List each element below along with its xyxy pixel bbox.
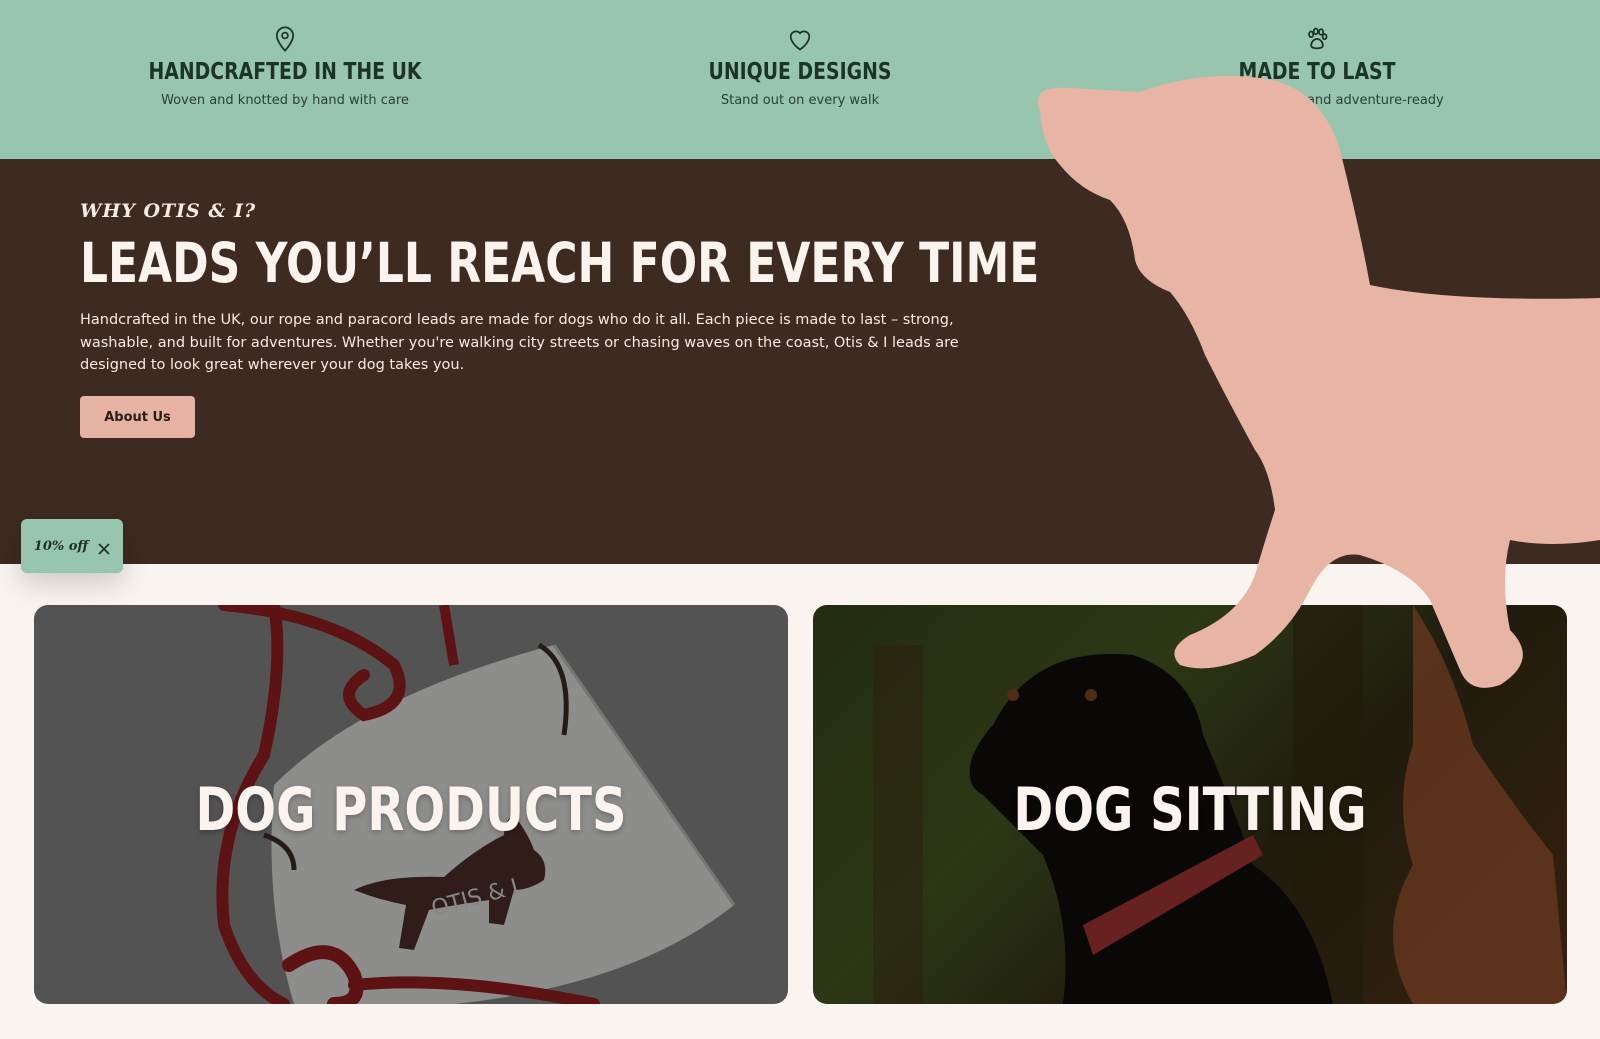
features-strip: HANDCRAFTED IN THE UK Woven and knotted … <box>0 0 1600 159</box>
feature-subtitle: Strong, washable and adventure-ready <box>1190 93 1444 108</box>
feature-title: HANDCRAFTED IN THE UK <box>148 59 422 85</box>
card-dog-sitting[interactable]: DOG SITTING <box>813 605 1567 1004</box>
feature-title: UNIQUE DESIGNS <box>708 59 892 85</box>
feature-subtitle: Woven and knotted by hand with care <box>161 93 409 108</box>
close-icon[interactable] <box>98 540 110 555</box>
discount-tab[interactable]: 10% off <box>21 519 123 573</box>
feature-title: MADE TO LAST <box>1238 59 1396 85</box>
hero-section: WHY OTIS & I? LEADS YOU’LL REACH FOR EVE… <box>0 159 1600 564</box>
hero-eyebrow: WHY OTIS & I? <box>80 200 257 222</box>
card-title: DOG PRODUCTS <box>195 775 627 845</box>
feature-unique-designs: UNIQUE DESIGNS Stand out on every walk <box>590 25 1010 108</box>
feature-made-to-last: MADE TO LAST Strong, washable and advent… <box>1107 25 1527 108</box>
feature-subtitle: Stand out on every walk <box>720 93 880 108</box>
hero-title: LEADS YOU’LL REACH FOR EVERY TIME <box>80 231 1040 295</box>
about-us-button[interactable]: About Us <box>80 396 195 438</box>
feature-handcrafted: HANDCRAFTED IN THE UK Woven and knotted … <box>75 25 495 108</box>
card-title: DOG SITTING <box>1013 775 1367 845</box>
heart-icon <box>786 25 814 53</box>
card-dog-products[interactable]: OTIS & I DOG PRODUCTS <box>34 605 788 1004</box>
hero-body: Handcrafted in the UK, our rope and para… <box>80 312 959 373</box>
map-pin-icon <box>271 25 299 53</box>
paw-icon <box>1303 25 1331 53</box>
discount-label: 10% off <box>33 538 89 554</box>
